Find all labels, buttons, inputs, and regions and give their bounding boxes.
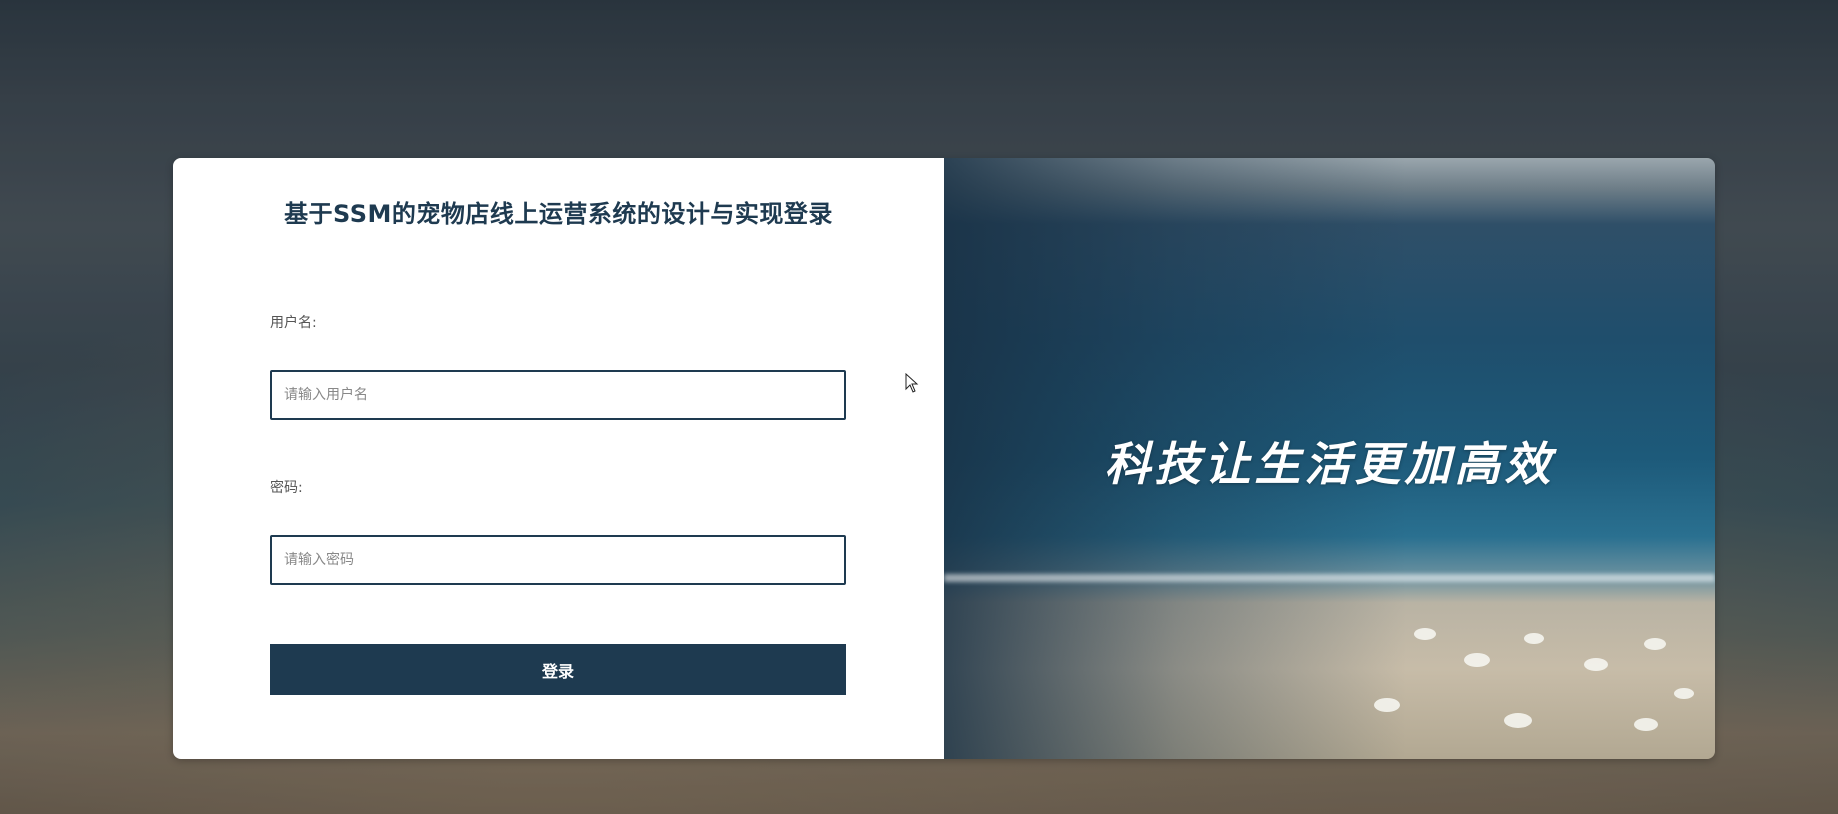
slogan-text: 科技让生活更加高效 bbox=[1104, 437, 1555, 491]
login-panel: 基于SSM的宠物店线上运营系统的设计与实现登录 用户名: 密码: 登录 bbox=[173, 158, 944, 759]
umbrella-shape bbox=[1584, 658, 1608, 671]
umbrella-shape bbox=[1524, 633, 1544, 644]
login-button[interactable]: 登录 bbox=[270, 644, 846, 695]
beach-banner-image: 科技让生活更加高效 bbox=[944, 158, 1715, 759]
umbrella-shape bbox=[1504, 713, 1532, 728]
username-label: 用户名: bbox=[270, 315, 317, 331]
mouse-pointer-icon bbox=[905, 373, 919, 393]
umbrella-shape bbox=[1414, 628, 1436, 640]
umbrella-shape bbox=[1374, 698, 1400, 712]
umbrella-shape bbox=[1674, 688, 1694, 699]
umbrella-shape bbox=[1644, 638, 1666, 650]
password-input[interactable] bbox=[270, 535, 846, 585]
page-title: 基于SSM的宠物店线上运营系统的设计与实现登录 bbox=[284, 200, 833, 228]
umbrella-shape bbox=[1634, 718, 1658, 731]
umbrella-shape bbox=[1464, 653, 1490, 667]
login-card: 基于SSM的宠物店线上运营系统的设计与实现登录 用户名: 密码: 登录 科技让生… bbox=[173, 158, 1715, 759]
username-input[interactable] bbox=[270, 370, 846, 420]
password-label: 密码: bbox=[270, 480, 303, 496]
